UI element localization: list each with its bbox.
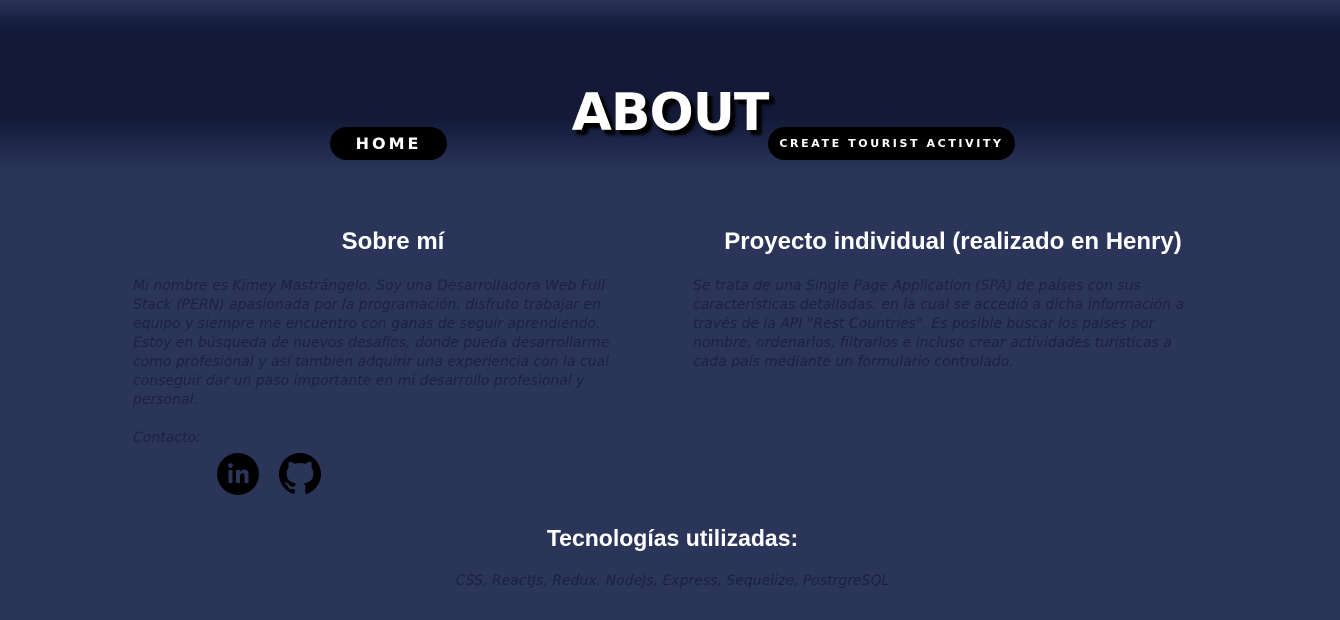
- home-button[interactable]: HOME: [330, 127, 447, 160]
- linkedin-icon[interactable]: [217, 453, 259, 495]
- technologies-list: CSS, ReactJs, Redux, NodeJs, Express, Se…: [455, 573, 890, 589]
- project-text: Se trata de una Single Page Application …: [693, 278, 1185, 370]
- project-title: Proyecto individual (realizado en Henry): [724, 228, 1182, 255]
- contact-label: Contacto:: [133, 430, 201, 446]
- about-me-text: Mi nombre es Kimey Mastrángelo. Soy una …: [133, 278, 610, 408]
- about-me-title: Sobre mí: [341, 228, 445, 255]
- github-icon[interactable]: [279, 453, 321, 495]
- page-title: ABOUT: [571, 82, 770, 143]
- create-tourist-activity-button[interactable]: CREATE TOURIST ACTIVITY: [768, 127, 1015, 160]
- technologies-title: Tecnologías utilizadas:: [546, 525, 799, 551]
